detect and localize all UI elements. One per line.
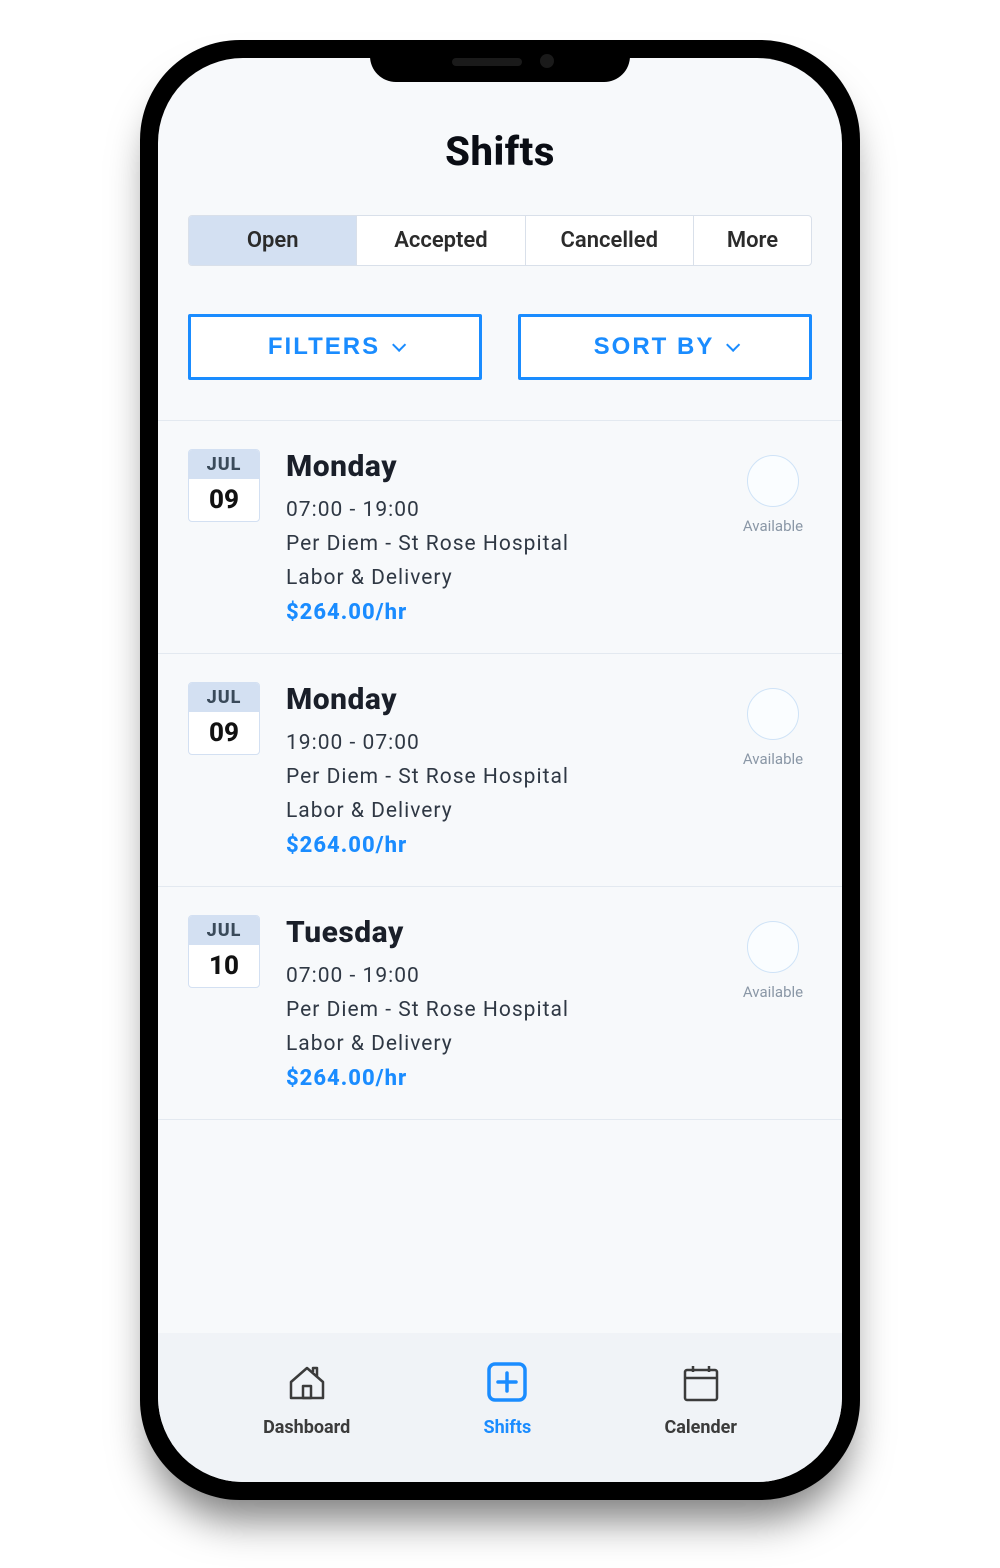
filters-label: FILTERS (268, 333, 380, 361)
shift-day-of-week: Monday (286, 682, 702, 717)
shift-facility: Per Diem - St Rose Hospital (286, 998, 702, 1022)
home-icon (280, 1355, 334, 1409)
availability-label: Available (728, 983, 818, 1001)
date-month: JUL (189, 916, 259, 945)
tab-cancelled[interactable]: Cancelled (526, 216, 694, 265)
shift-facility: Per Diem - St Rose Hospital (286, 765, 702, 789)
shift-body: Monday 19:00 - 07:00 Per Diem - St Rose … (286, 682, 702, 858)
availability-toggle[interactable] (747, 688, 799, 740)
availability-label: Available (728, 750, 818, 768)
shift-body: Tuesday 07:00 - 19:00 Per Diem - St Rose… (286, 915, 702, 1091)
bottom-nav: Dashboard Shifts (158, 1333, 842, 1482)
shift-card[interactable]: JUL 09 Monday 19:00 - 07:00 Per Diem - S… (158, 654, 842, 887)
availability-column: Available (728, 915, 818, 1001)
shift-rate: $264.00/hr (286, 833, 702, 858)
nav-shifts[interactable]: Shifts (480, 1355, 534, 1438)
shift-unit: Labor & Delivery (286, 566, 702, 590)
sort-label: SORT BY (594, 333, 715, 361)
app-screen: Shifts Open Accepted Cancelled More FILT… (158, 58, 842, 1482)
date-day: 09 (189, 479, 259, 521)
nav-label: Calender (664, 1417, 736, 1438)
shift-unit: Labor & Delivery (286, 1032, 702, 1056)
date-badge: JUL 09 (188, 449, 260, 522)
filters-button[interactable]: FILTERS (188, 314, 482, 380)
shift-body: Monday 07:00 - 19:00 Per Diem - St Rose … (286, 449, 702, 625)
shift-time: 07:00 - 19:00 (286, 498, 702, 522)
page-title: Shifts (158, 128, 842, 175)
tab-open[interactable]: Open (189, 216, 357, 265)
shift-rate: $264.00/hr (286, 1066, 702, 1091)
chevron-down-icon (726, 338, 740, 352)
device-notch (370, 40, 630, 82)
shift-unit: Labor & Delivery (286, 799, 702, 823)
shift-day-of-week: Tuesday (286, 915, 702, 950)
phone-frame: Shifts Open Accepted Cancelled More FILT… (140, 40, 860, 1500)
availability-toggle[interactable] (747, 921, 799, 973)
filter-row: FILTERS SORT BY (188, 314, 812, 380)
shift-card[interactable]: JUL 09 Monday 07:00 - 19:00 Per Diem - S… (158, 421, 842, 654)
availability-label: Available (728, 517, 818, 535)
date-month: JUL (189, 683, 259, 712)
date-badge: JUL 10 (188, 915, 260, 988)
tab-accepted[interactable]: Accepted (357, 216, 525, 265)
date-day: 10 (189, 945, 259, 987)
date-badge: JUL 09 (188, 682, 260, 755)
shift-facility: Per Diem - St Rose Hospital (286, 532, 702, 556)
shift-time: 07:00 - 19:00 (286, 964, 702, 988)
tab-more[interactable]: More (694, 216, 811, 265)
availability-toggle[interactable] (747, 455, 799, 507)
shift-status-tabs: Open Accepted Cancelled More (188, 215, 812, 266)
nav-label: Shifts (483, 1417, 531, 1438)
calendar-icon (674, 1355, 728, 1409)
date-month: JUL (189, 450, 259, 479)
nav-dashboard[interactable]: Dashboard (263, 1355, 350, 1438)
availability-column: Available (728, 682, 818, 768)
shift-time: 19:00 - 07:00 (286, 731, 702, 755)
plus-icon (480, 1355, 534, 1409)
shift-day-of-week: Monday (286, 449, 702, 484)
nav-label: Dashboard (263, 1417, 350, 1438)
sort-by-button[interactable]: SORT BY (518, 314, 812, 380)
date-day: 09 (189, 712, 259, 754)
shift-card[interactable]: JUL 10 Tuesday 07:00 - 19:00 Per Diem - … (158, 887, 842, 1120)
nav-calendar[interactable]: Calender (664, 1355, 736, 1438)
availability-column: Available (728, 449, 818, 535)
shift-rate: $264.00/hr (286, 600, 702, 625)
chevron-down-icon (392, 338, 406, 352)
shift-list[interactable]: JUL 09 Monday 07:00 - 19:00 Per Diem - S… (158, 420, 842, 1333)
